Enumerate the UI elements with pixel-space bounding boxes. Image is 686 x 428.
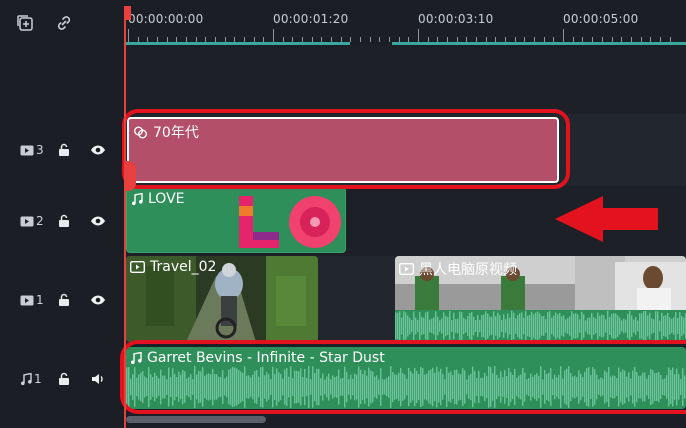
ruler-render-gap xyxy=(350,42,392,45)
title-clip[interactable]: LOVE xyxy=(126,187,346,253)
timecode-label: 00:00:00:00 xyxy=(128,12,204,26)
clip-title: Travel_02 xyxy=(150,259,217,275)
track-type-video-1: 1 xyxy=(20,293,44,307)
track-header-video-3: 3 xyxy=(0,114,124,186)
clip-header: Travel_02 xyxy=(130,259,216,275)
track-type-audio-1: 1 xyxy=(20,372,42,386)
highlight-effect-clip xyxy=(122,109,570,189)
track-lane-empty[interactable] xyxy=(124,46,686,114)
highlight-audio-clip xyxy=(120,340,686,414)
playhead-handle[interactable] xyxy=(124,6,131,20)
timecode-label: 00:00:05:00 xyxy=(563,12,639,26)
link-icon xyxy=(57,16,71,30)
add-track-icon xyxy=(17,15,33,31)
video-track-icon xyxy=(20,216,34,226)
title-thumbnail xyxy=(239,196,341,248)
link-button[interactable] xyxy=(51,10,77,36)
video-track-icon xyxy=(20,295,34,305)
track-header-audio-1: 1 xyxy=(0,344,124,414)
clip-title: LOVE xyxy=(148,191,185,207)
eye-icon[interactable] xyxy=(90,214,106,228)
arrow-left-icon xyxy=(555,196,658,242)
timeline-ruler[interactable]: 00:00:00:00 00:00:01:20 00:00:03:10 00:0… xyxy=(124,0,686,46)
track-type-video-3: 3 xyxy=(20,143,44,157)
playhead-marker[interactable] xyxy=(126,161,136,191)
lock-icon[interactable] xyxy=(57,143,71,157)
ruler-tick xyxy=(128,29,129,42)
video-clip[interactable]: 黑人电脑原视频 xyxy=(395,256,686,342)
ruler-render-bar xyxy=(124,42,686,45)
ruler-tick xyxy=(418,29,420,42)
track-header-video-1: 1 xyxy=(0,256,124,344)
track-header-video-2: 2 xyxy=(0,186,124,256)
video-clip[interactable]: Travel_02 xyxy=(126,256,318,342)
timecode-label: 00:00:03:10 xyxy=(418,12,494,26)
music-note-icon xyxy=(21,372,32,385)
lock-icon[interactable] xyxy=(57,214,71,228)
playhead[interactable] xyxy=(124,6,126,428)
audio-waveform xyxy=(395,310,686,342)
track-number: 3 xyxy=(36,143,44,157)
lock-icon[interactable] xyxy=(57,293,71,307)
clip-header: 黑人电脑原视频 xyxy=(399,259,517,279)
clip-header: LOVE xyxy=(131,191,185,207)
track-header-column: 3 2 1 1 xyxy=(0,0,124,428)
eye-icon[interactable] xyxy=(90,143,106,157)
ruler-tick xyxy=(273,29,275,42)
lock-icon[interactable] xyxy=(57,372,71,386)
track-number: 2 xyxy=(36,214,44,228)
add-track-button[interactable] xyxy=(12,10,38,36)
video-clip-icon xyxy=(399,263,414,275)
clip-title: 黑人电脑原视频 xyxy=(419,262,517,278)
track-number: 1 xyxy=(34,372,42,386)
music-note-icon xyxy=(132,192,143,205)
video-clip-icon xyxy=(130,261,145,273)
track-number: 1 xyxy=(36,293,44,307)
horizontal-scrollbar[interactable] xyxy=(126,416,266,423)
video-track-icon xyxy=(20,145,34,155)
eye-icon[interactable] xyxy=(90,293,106,307)
timecode-label: 00:00:01:20 xyxy=(273,12,349,26)
speaker-icon[interactable] xyxy=(90,372,106,386)
track-type-video-2: 2 xyxy=(20,214,44,228)
ruler-tick xyxy=(563,29,565,42)
